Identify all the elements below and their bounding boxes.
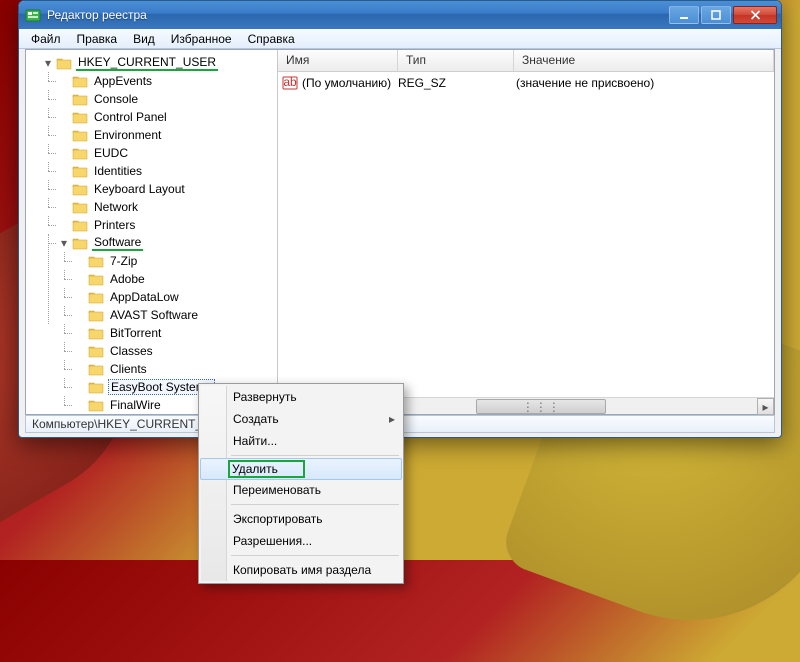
- cell-type: REG_SZ: [398, 76, 516, 90]
- maximize-button[interactable]: [701, 6, 731, 24]
- submenu-arrow-icon: ▸: [389, 412, 395, 426]
- list-body[interactable]: ab (По умолчанию) REG_SZ (значение не пр…: [278, 72, 774, 397]
- context-menu-item[interactable]: Удалить: [200, 458, 402, 480]
- svg-text:ab: ab: [283, 75, 297, 89]
- tree-node[interactable]: ▹Console: [58, 90, 277, 108]
- col-name[interactable]: Имя: [278, 50, 398, 71]
- tree-label: Environment: [92, 128, 163, 142]
- tree-node[interactable]: ▹Clients: [74, 360, 277, 378]
- scroll-right-arrow[interactable]: ▸: [757, 398, 774, 415]
- regedit-window: Редактор реестра Файл Правка Вид Избранн…: [18, 0, 782, 438]
- tree-label: Clients: [108, 362, 149, 376]
- cell-name: (По умолчанию): [302, 76, 398, 90]
- tree-expander[interactable]: ▾: [58, 237, 70, 249]
- tree-node[interactable]: ▹AppEvents: [58, 72, 277, 90]
- tree-label: Adobe: [108, 272, 147, 286]
- col-type[interactable]: Тип: [398, 50, 514, 71]
- tree-node[interactable]: ▹Identities: [58, 162, 277, 180]
- app-icon: [25, 7, 41, 23]
- close-button[interactable]: [733, 6, 777, 24]
- tree-node[interactable]: ▹Keyboard Layout: [58, 180, 277, 198]
- tree-label: Network: [92, 200, 140, 214]
- context-menu-item[interactable]: Найти...: [201, 430, 401, 452]
- context-menu-item[interactable]: Разрешения...: [201, 530, 401, 552]
- tree-label: Identities: [92, 164, 144, 178]
- tree-node[interactable]: ▹AppDataLow: [74, 288, 277, 306]
- tree-node[interactable]: ▹Environment: [58, 126, 277, 144]
- tree-node[interactable]: ▹AVAST Software: [74, 306, 277, 324]
- tree-node[interactable]: ▹BitTorrent: [74, 324, 277, 342]
- tree-label: FinalWire: [108, 398, 163, 412]
- tree-label: Console: [92, 92, 140, 106]
- tree-label: HKEY_CURRENT_USER: [76, 55, 218, 71]
- menubar: Файл Правка Вид Избранное Справка: [19, 29, 781, 49]
- tree-label: Classes: [108, 344, 155, 358]
- tree-node[interactable]: ▹Classes: [74, 342, 277, 360]
- menu-edit[interactable]: Правка: [69, 30, 126, 48]
- titlebar[interactable]: Редактор реестра: [19, 1, 781, 29]
- col-value[interactable]: Значение: [514, 50, 774, 71]
- list-columns: Имя Тип Значение: [278, 50, 774, 72]
- context-menu: РазвернутьСоздать▸Найти... УдалитьПереиме…: [198, 383, 404, 584]
- menu-help[interactable]: Справка: [240, 30, 303, 48]
- context-menu-item[interactable]: Развернуть: [201, 386, 401, 408]
- tree-node[interactable]: ▹Adobe: [74, 270, 277, 288]
- minimize-button[interactable]: [669, 6, 699, 24]
- menu-separator: [231, 504, 399, 505]
- tree-label: Printers: [92, 218, 137, 232]
- table-row[interactable]: ab (По умолчанию) REG_SZ (значение не пр…: [278, 74, 774, 92]
- tree-label: BitTorrent: [108, 326, 163, 340]
- tree-node[interactable]: ▹Control Panel: [58, 108, 277, 126]
- tree-node-root[interactable]: ▾ HKEY_CURRENT_USER: [42, 54, 277, 72]
- tree-node[interactable]: ▹Printers: [58, 216, 277, 234]
- tree-pane[interactable]: ▾ HKEY_CURRENT_USER▹AppEvents▹Console▹Con…: [26, 50, 278, 414]
- tree-label: Software: [92, 235, 143, 251]
- context-menu-item[interactable]: Копировать имя раздела: [201, 559, 401, 581]
- window-title: Редактор реестра: [47, 8, 669, 22]
- context-menu-item[interactable]: Переименовать: [201, 479, 401, 501]
- menu-view[interactable]: Вид: [125, 30, 163, 48]
- context-menu-item[interactable]: Создать▸: [201, 408, 401, 430]
- menu-fav[interactable]: Избранное: [163, 30, 240, 48]
- cell-value: (значение не присвоено): [516, 76, 770, 90]
- tree-label: 7-Zip: [108, 254, 139, 268]
- tree-label: Keyboard Layout: [92, 182, 187, 196]
- scroll-thumb[interactable]: ⋮⋮⋮: [476, 399, 606, 414]
- tree-label: AppEvents: [92, 74, 154, 88]
- string-value-icon: ab: [282, 75, 298, 91]
- menu-separator: [231, 555, 399, 556]
- menu-separator: [231, 455, 399, 456]
- tree-label: EUDC: [92, 146, 130, 160]
- tree-node[interactable]: ▾ Software: [58, 234, 277, 252]
- list-pane: Имя Тип Значение ab (По умолчанию) REG_S…: [278, 50, 774, 414]
- menu-file[interactable]: Файл: [23, 30, 69, 48]
- tree-node[interactable]: ▹7-Zip: [74, 252, 277, 270]
- tree-label: Control Panel: [92, 110, 169, 124]
- tree-label: AVAST Software: [108, 308, 200, 322]
- tree-expander[interactable]: ▾: [42, 57, 54, 69]
- tree-label: AppDataLow: [108, 290, 181, 304]
- context-menu-item[interactable]: Экспортировать: [201, 508, 401, 530]
- client-area: ▾ HKEY_CURRENT_USER▹AppEvents▹Console▹Con…: [25, 49, 775, 415]
- tree-node[interactable]: ▹Network: [58, 198, 277, 216]
- tree-node[interactable]: ▹EUDC: [58, 144, 277, 162]
